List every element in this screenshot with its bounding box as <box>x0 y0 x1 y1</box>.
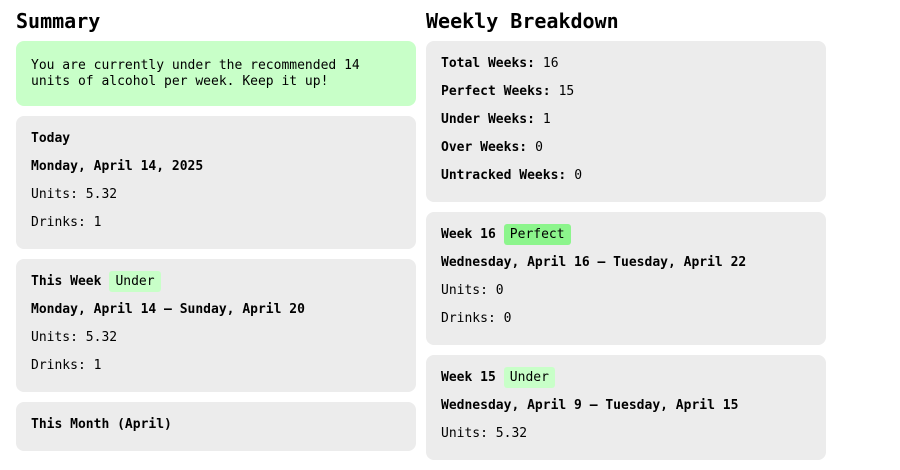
week-card: Week 15 Under Wednesday, April 9 – Tuesd… <box>426 355 826 460</box>
this-week-range: Monday, April 14 – Sunday, April 20 <box>31 302 305 317</box>
week-title: Week 16 <box>441 227 496 242</box>
week-status-badge: Under <box>503 367 555 388</box>
summary-column: Summary You are currently under the reco… <box>16 0 416 461</box>
recommendation-notice: You are currently under the recommended … <box>16 41 416 106</box>
today-drinks-value: 1 <box>93 215 102 230</box>
week-units-label: Units: <box>441 283 488 298</box>
stat-value: 16 <box>542 56 559 71</box>
this-week-drinks-label: Drinks: <box>31 358 86 373</box>
week-units-value: 0 <box>495 283 504 298</box>
summary-heading: Summary <box>16 9 101 33</box>
weekly-breakdown-column: Weekly Breakdown Total Weeks: 16 Perfect … <box>426 0 826 470</box>
stat-label: Total Weeks: <box>441 56 535 71</box>
stat-value: 15 <box>558 84 575 99</box>
this-week-status-badge: Under <box>109 271 161 292</box>
this-week-units-label: Units: <box>31 330 78 345</box>
today-drinks-label: Drinks: <box>31 215 86 230</box>
week-range: Wednesday, April 9 – Tuesday, April 15 <box>441 398 739 413</box>
stat-label: Over Weeks: <box>441 140 528 155</box>
stat-value: 0 <box>574 168 583 183</box>
week-drinks-value: 0 <box>503 311 512 326</box>
week-range: Wednesday, April 16 – Tuesday, April 22 <box>441 255 747 270</box>
this-week-card: This Week Under Monday, April 14 – Sunda… <box>16 259 416 392</box>
this-month-title: This Month (April) <box>31 417 172 432</box>
today-date: Monday, April 14, 2025 <box>31 159 204 174</box>
this-week-drinks-value: 1 <box>93 358 102 373</box>
week-card: Week 16 Perfect Wednesday, April 16 – Tu… <box>426 212 826 345</box>
week-status-badge: Perfect <box>503 224 571 245</box>
week-title: Week 15 <box>441 370 496 385</box>
notice-text: You are currently under the recommended … <box>31 58 360 89</box>
stat-row: Untracked Weeks: 0 <box>441 168 811 192</box>
week-units-value: 5.32 <box>495 426 528 441</box>
this-month-card: This Month (April) <box>16 402 416 451</box>
weekly-breakdown-heading: Weekly Breakdown <box>426 9 619 33</box>
stat-row: Over Weeks: 0 <box>441 140 811 168</box>
stat-row: Under Weeks: 1 <box>441 112 811 140</box>
this-week-title: This Week <box>31 274 102 289</box>
today-title: Today <box>31 131 71 146</box>
weekly-stats-card: Total Weeks: 16 Perfect Weeks: 15 Under We… <box>426 41 826 202</box>
today-units-label: Units: <box>31 187 78 202</box>
today-card: Today Monday, April 14, 2025 Units: 5.32… <box>16 116 416 249</box>
stat-value: 1 <box>542 112 551 127</box>
stat-value: 0 <box>535 140 543 155</box>
today-units-value: 5.32 <box>85 187 118 202</box>
stat-label: Under Weeks: <box>441 112 535 127</box>
stat-label: Untracked Weeks: <box>441 168 567 183</box>
week-units-label: Units: <box>441 426 488 441</box>
stat-label: Perfect Weeks: <box>441 84 551 99</box>
week-drinks-label: Drinks: <box>441 311 496 326</box>
stat-row: Total Weeks: 16 <box>441 56 811 84</box>
this-week-units-value: 5.32 <box>85 330 118 345</box>
stat-row: Perfect Weeks: 15 <box>441 84 811 112</box>
